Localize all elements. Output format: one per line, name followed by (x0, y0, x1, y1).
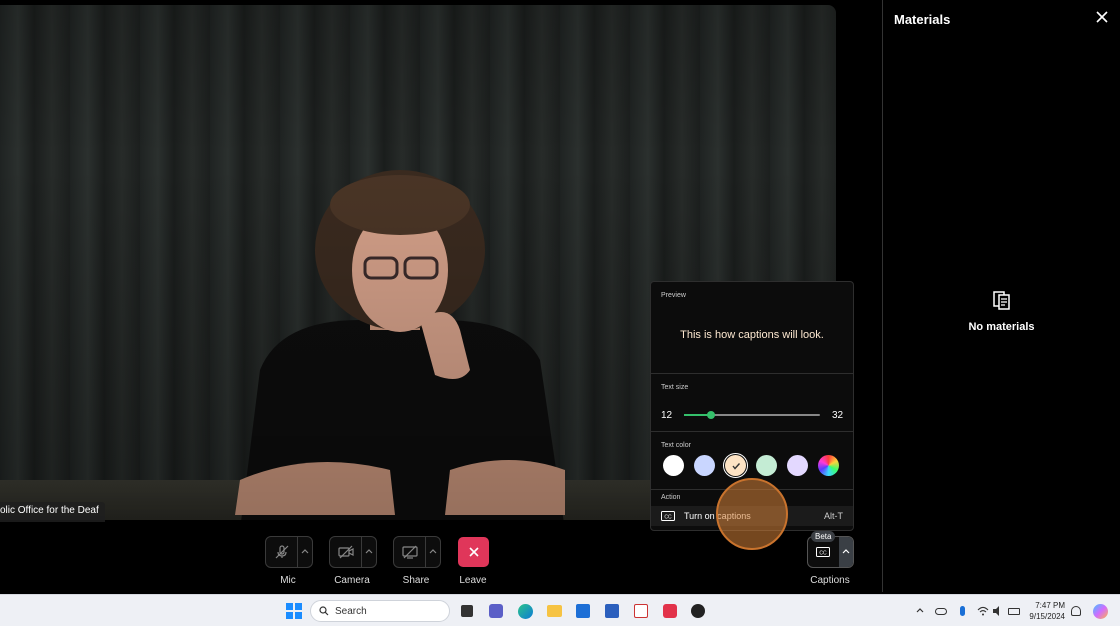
text-color-label: Text color (661, 442, 691, 449)
participant-video (235, 170, 565, 520)
close-icon (468, 547, 479, 557)
click-indicator (716, 478, 788, 550)
battery-icon[interactable] (1004, 601, 1024, 621)
cc-icon: CC (816, 547, 831, 557)
text-size-min: 12 (661, 410, 673, 421)
text-size-section: Text size (651, 374, 853, 432)
windows-start-icon[interactable] (284, 601, 304, 621)
zoom-like-icon[interactable] (688, 601, 708, 621)
leave-button[interactable] (458, 537, 489, 567)
camera-button[interactable] (330, 537, 362, 567)
store-icon[interactable] (573, 601, 593, 621)
color-swatch[interactable] (787, 455, 808, 476)
svg-text:CC: CC (820, 550, 828, 556)
captions-label: Captions (810, 575, 850, 586)
share-button[interactable] (394, 537, 426, 567)
chevron-up-icon[interactable] (910, 601, 930, 621)
leave-label: Leave (459, 575, 487, 586)
captions-options-button[interactable] (838, 537, 853, 567)
notification-icon[interactable] (1066, 601, 1086, 621)
word-icon[interactable] (602, 601, 622, 621)
camera-off-icon (337, 545, 354, 559)
color-swatch[interactable] (694, 455, 715, 476)
edge-icon[interactable] (515, 601, 535, 621)
action-shortcut: Alt-T (824, 511, 843, 521)
teams-icon[interactable] (486, 601, 506, 621)
document-icon (992, 291, 1010, 310)
caption-preview-text: This is how captions will look. (680, 329, 824, 341)
camera-label: Camera (334, 575, 370, 586)
svg-text:CC: CC (664, 514, 672, 520)
close-icon[interactable] (1094, 9, 1110, 25)
app-icon[interactable] (660, 601, 680, 621)
taskbar: Search 7:47 PM 9/15/2024 (0, 594, 1120, 626)
copilot-icon[interactable] (1090, 601, 1110, 621)
action-label: Action (661, 494, 681, 501)
beta-badge: Beta (811, 531, 836, 542)
mic-control (265, 536, 313, 568)
chevron-up-icon (365, 549, 373, 554)
preview-section: Preview This is how captions will look. (651, 282, 853, 374)
microphone-icon[interactable] (952, 601, 972, 621)
camera-control (329, 536, 377, 568)
windows-logo-icon (286, 603, 302, 619)
no-materials-label: No materials (968, 321, 1035, 333)
camera-options-button[interactable] (362, 537, 376, 567)
task-view-icon[interactable] (457, 601, 477, 621)
search-placeholder: Search (335, 605, 367, 617)
share-control (393, 536, 441, 568)
text-size-slider[interactable] (684, 411, 820, 419)
text-size-max: 32 (832, 410, 844, 421)
checkmark-icon (731, 462, 740, 470)
color-swatch[interactable] (723, 453, 748, 478)
clock-time[interactable]: 7:47 PM (1025, 601, 1065, 610)
cc-icon: CC (661, 511, 675, 521)
chevron-up-icon (842, 549, 850, 554)
mic-options-button[interactable] (298, 537, 312, 567)
preview-label: Preview (661, 292, 686, 299)
mic-button[interactable] (266, 537, 298, 567)
clock-date[interactable]: 9/15/2024 (1025, 612, 1065, 621)
chevron-up-icon (429, 549, 437, 554)
color-swatch[interactable] (756, 455, 777, 476)
materials-empty-state: No materials (883, 290, 1120, 333)
share-label: Share (402, 575, 430, 586)
materials-panel: Materials No materials (882, 0, 1120, 592)
participant-name-tag: olic Office for the Deaf (0, 502, 105, 522)
mic-label: Mic (280, 575, 296, 586)
color-swatch[interactable] (818, 455, 839, 476)
onedrive-icon[interactable] (931, 601, 951, 621)
share-off-icon (401, 545, 418, 559)
taskbar-search[interactable]: Search (310, 600, 450, 622)
news-icon[interactable] (631, 601, 651, 621)
search-icon (319, 606, 329, 616)
color-swatch[interactable] (663, 455, 684, 476)
text-size-label: Text size (661, 384, 689, 391)
file-explorer-icon[interactable] (544, 601, 564, 621)
materials-title: Materials (894, 12, 951, 27)
mic-off-icon (275, 545, 288, 559)
chevron-up-icon (301, 549, 309, 554)
share-options-button[interactable] (426, 537, 440, 567)
